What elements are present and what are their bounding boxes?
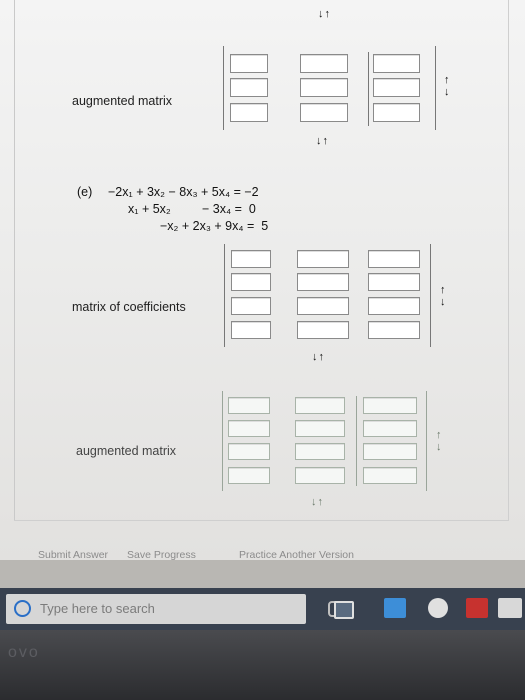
remove-column-arrow-icon[interactable]: ↓	[436, 442, 450, 453]
matrix-cell[interactable]	[295, 467, 345, 484]
row-resize-arrows-icon-aug[interactable]: ↓↑	[311, 496, 324, 508]
matrix-cell[interactable]	[228, 397, 270, 414]
content-border-right	[508, 0, 509, 520]
matrix-cell[interactable]	[231, 321, 271, 339]
matrix-cell[interactable]	[297, 250, 349, 268]
matrix-cell[interactable]	[363, 467, 417, 484]
matrix-cell[interactable]	[373, 54, 420, 73]
matrix-cell[interactable]	[231, 297, 271, 315]
matrix-cell[interactable]	[228, 443, 270, 460]
content-border-bottom	[14, 520, 509, 521]
task-view-icon[interactable]	[334, 601, 354, 619]
matrix-cell[interactable]	[231, 273, 271, 291]
laptop-brand-logo: ovo	[8, 644, 40, 661]
save-progress-button[interactable]: Save Progress	[127, 549, 196, 561]
matrix-cell[interactable]	[373, 78, 420, 97]
matrix-cell[interactable]	[363, 443, 417, 460]
augmented-matrix-label-d: augmented matrix	[72, 94, 173, 108]
taskbar-app-icon[interactable]	[384, 598, 406, 618]
augment-divider-e	[356, 396, 357, 486]
top-resize-arrows-icon[interactable]: ↓↑	[318, 8, 331, 20]
matrix-cell[interactable]	[230, 54, 268, 73]
cortana-circle-icon[interactable]	[14, 600, 31, 617]
matrix-cell[interactable]	[295, 420, 345, 437]
matrix-cell[interactable]	[297, 321, 349, 339]
remove-column-arrow-icon[interactable]: ↓	[440, 297, 454, 308]
store-icon[interactable]	[466, 598, 488, 618]
remove-column-arrow-icon[interactable]: ↓	[444, 87, 458, 98]
add-column-arrow-icon[interactable]: ↑	[436, 430, 450, 441]
matrix-cell[interactable]	[368, 297, 420, 315]
row-resize-arrows-icon-coef[interactable]: ↓↑	[312, 351, 325, 363]
equation-1: −2x₁ + 3x₂ − 8x₃ + 5x₄ = −2	[108, 185, 259, 199]
matrix-cell[interactable]	[295, 397, 345, 414]
coefficients-matrix	[224, 244, 431, 347]
matrix-cell[interactable]	[363, 397, 417, 414]
augmented-matrix-label-e: augmented matrix	[76, 444, 177, 458]
augmented-matrix-d	[223, 46, 436, 130]
augment-divider-d	[368, 52, 369, 126]
equation-2: x₁ + 5x₂ − 3x₄ = 0	[128, 202, 256, 216]
equation-3: −x₂ + 2x₃ + 9x₄ = 5	[160, 219, 269, 233]
matrix-cell[interactable]	[297, 297, 349, 315]
matrix-cell[interactable]	[230, 78, 268, 97]
submit-answer-button[interactable]: Submit Answer	[38, 549, 108, 561]
part-e-label: (e)	[77, 185, 93, 199]
matrix-cell[interactable]	[230, 103, 268, 122]
matrix-cell[interactable]	[228, 420, 270, 437]
browser-icon[interactable]	[428, 598, 448, 618]
matrix-cell[interactable]	[363, 420, 417, 437]
practice-another-version-button[interactable]: Practice Another Version	[239, 549, 354, 561]
photos-icon[interactable]	[498, 598, 522, 618]
matrix-cell[interactable]	[228, 467, 270, 484]
add-column-arrow-icon[interactable]: ↑	[440, 285, 454, 296]
coefficients-matrix-label: matrix of coefficients	[72, 300, 186, 314]
matrix-cell[interactable]	[300, 78, 348, 97]
add-column-arrow-icon[interactable]: ↑	[444, 75, 458, 86]
laptop-bezel	[0, 630, 525, 700]
matrix-cell[interactable]	[368, 273, 420, 291]
matrix-cell[interactable]	[368, 250, 420, 268]
matrix-cell[interactable]	[300, 54, 348, 73]
matrix-cell[interactable]	[295, 443, 345, 460]
matrix-cell[interactable]	[231, 250, 271, 268]
search-input-placeholder[interactable]: Type here to search	[40, 601, 155, 616]
matrix-cell[interactable]	[300, 103, 348, 122]
content-border-left	[14, 0, 15, 520]
matrix-cell[interactable]	[368, 321, 420, 339]
matrix-cell[interactable]	[297, 273, 349, 291]
augmented-matrix-e	[222, 391, 427, 491]
matrix-cell[interactable]	[373, 103, 420, 122]
row-resize-arrows-icon-d[interactable]: ↓↑	[316, 135, 329, 147]
